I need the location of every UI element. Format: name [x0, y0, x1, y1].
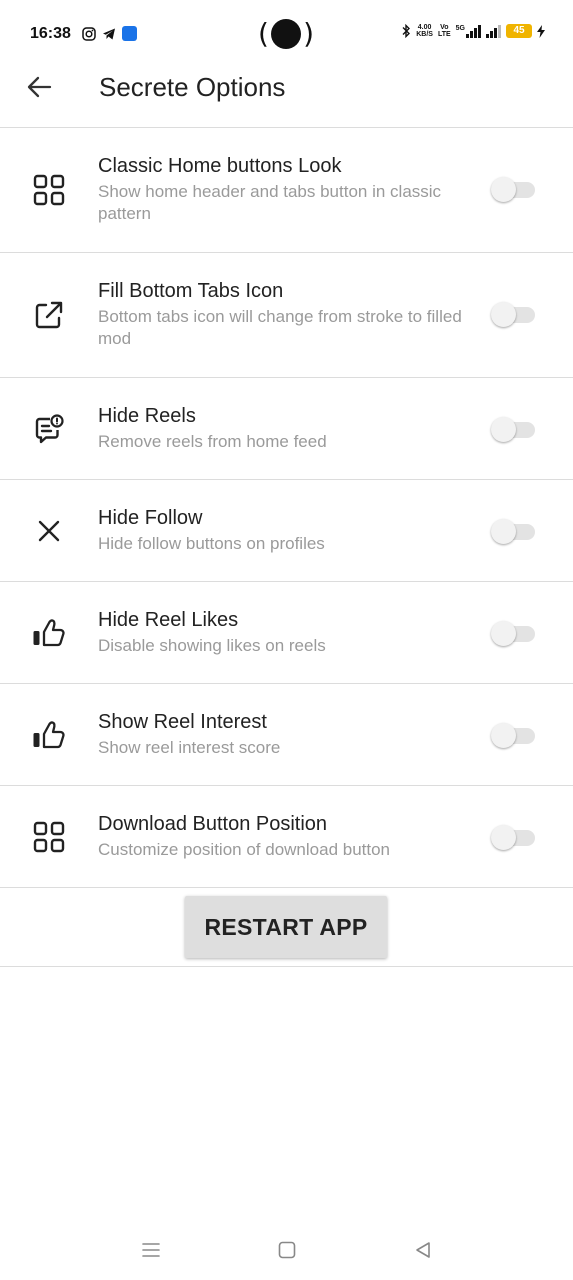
setting-title: Download Button Position [98, 813, 328, 835]
setting-subtitle: Show home header and tabs button in clas… [98, 182, 442, 223]
toggle-switch[interactable] [491, 723, 536, 748]
menu-icon [142, 1243, 160, 1257]
charging-icon [537, 24, 545, 38]
external-link-icon [32, 298, 66, 332]
grid-icon [32, 173, 66, 207]
restart-area: RESTART APP [0, 888, 573, 967]
thumbs-up-icon [32, 718, 66, 752]
toggle-switch[interactable] [491, 302, 536, 327]
network-speed: 4.00 KB/S [416, 24, 433, 38]
setting-title: Hide Reels [98, 405, 196, 427]
setting-subtitle: Disable showing likes on reels [98, 636, 326, 655]
back-nav-button[interactable] [409, 1236, 437, 1264]
setting-text: Hide Reel Likes Disable showing likes on… [98, 607, 478, 657]
app-icon [122, 26, 137, 41]
setting-subtitle: Bottom tabs icon will change from stroke… [98, 307, 462, 348]
close-icon [32, 514, 66, 548]
setting-hide-follow[interactable]: Hide Follow Hide follow buttons on profi… [0, 480, 573, 582]
system-nav-bar [0, 1232, 573, 1268]
notification-icons [82, 26, 137, 41]
thumbs-up-icon [32, 616, 66, 650]
telegram-icon [103, 28, 115, 39]
back-triangle-icon [416, 1242, 430, 1258]
bluetooth-icon [402, 24, 411, 38]
toggle-switch[interactable] [491, 177, 536, 202]
setting-text: Hide Follow Hide follow buttons on profi… [98, 505, 478, 555]
toggle-switch[interactable] [491, 621, 536, 646]
setting-title: Classic Home buttons Look [98, 155, 342, 177]
setting-subtitle: Remove reels from home feed [98, 432, 327, 451]
setting-title: Hide Follow [98, 507, 203, 529]
toggle-switch[interactable] [491, 519, 536, 544]
setting-text: Fill Bottom Tabs Icon Bottom tabs icon w… [98, 278, 478, 350]
setting-title: Show Reel Interest [98, 711, 267, 733]
setting-subtitle: Hide follow buttons on profiles [98, 534, 325, 553]
restart-app-button[interactable]: RESTART APP [185, 896, 387, 958]
app-bar: Secrete Options [0, 66, 573, 126]
home-button[interactable] [273, 1236, 301, 1264]
recent-apps-button[interactable] [137, 1236, 165, 1264]
toggle-switch[interactable] [491, 825, 536, 850]
page-title: Secrete Options [99, 72, 286, 102]
front-camera [271, 19, 301, 49]
setting-title: Fill Bottom Tabs Icon [98, 280, 284, 302]
toggle-switch[interactable] [491, 417, 536, 442]
settings-list: Classic Home buttons Look Show home head… [0, 128, 573, 888]
setting-title: Hide Reel Likes [98, 609, 239, 631]
setting-text: Download Button Position Customize posit… [98, 811, 478, 861]
setting-subtitle: Show reel interest score [98, 738, 281, 757]
status-time: 16:38 [30, 25, 71, 42]
setting-subtitle: Customize position of download button [98, 840, 391, 859]
back-button[interactable] [22, 70, 56, 104]
setting-fill-bottom-tabs-icon[interactable]: Fill Bottom Tabs Icon Bottom tabs icon w… [0, 253, 573, 378]
setting-text: Hide Reels Remove reels from home feed [98, 403, 478, 453]
setting-show-reel-interest[interactable]: Show Reel Interest Show reel interest sc… [0, 684, 573, 786]
setting-classic-home-buttons[interactable]: Classic Home buttons Look Show home head… [0, 128, 573, 253]
setting-text: Classic Home buttons Look Show home head… [98, 153, 478, 225]
setting-download-button-position[interactable]: Download Button Position Customize posit… [0, 786, 573, 888]
arrow-left-icon [27, 76, 52, 98]
setting-hide-reel-likes[interactable]: Hide Reel Likes Disable showing likes on… [0, 582, 573, 684]
status-right-icons: 4.00 KB/S Vo LTE 5G 45 [401, 24, 545, 38]
setting-hide-reels[interactable]: Hide Reels Remove reels from home feed [0, 378, 573, 480]
battery-indicator: 45 [506, 24, 532, 38]
home-square-icon [278, 1241, 296, 1259]
volte-indicator: Vo LTE [437, 24, 451, 38]
message-badge-icon [32, 412, 66, 446]
signal-icon [486, 24, 501, 38]
grid-icon [32, 820, 66, 854]
status-bar: 16:38 ( ) 4.00 KB/S Vo LTE 5G 45 [0, 0, 573, 66]
camera-cutout: ( ) [258, 17, 314, 50]
setting-text: Show Reel Interest Show reel interest sc… [98, 709, 478, 759]
signal-5g: 5G [456, 24, 481, 38]
instagram-icon [82, 26, 96, 41]
